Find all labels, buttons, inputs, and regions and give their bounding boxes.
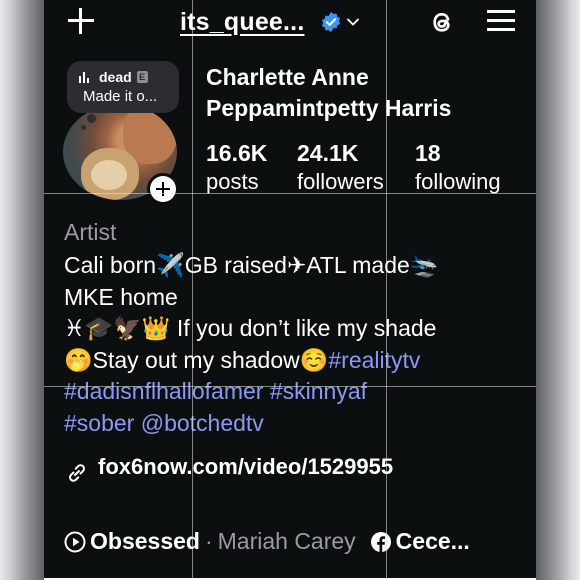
music-bars-icon [79, 71, 91, 83]
chevron-down-icon[interactable] [346, 15, 360, 29]
bio-line-2: MKE home [64, 283, 178, 310]
profile-music-row[interactable]: Obsessed · Mariah Carey Cece... [64, 528, 470, 555]
facebook-icon [370, 531, 391, 552]
grid-line [44, 386, 536, 387]
add-story-button[interactable] [147, 173, 179, 205]
separator-dot: · [204, 528, 213, 554]
airplane-icon: ✈️ [156, 252, 185, 278]
username-switcher[interactable]: its_quee... [180, 2, 360, 42]
hamburger-menu-icon[interactable] [487, 10, 515, 32]
plane-icon: ✈ [286, 252, 307, 278]
link-icon [69, 464, 85, 482]
facebook-profile-name[interactable]: Cece... [396, 528, 470, 555]
stat-following[interactable]: 18 following [415, 138, 501, 196]
plus-icon [150, 176, 176, 202]
right-blur-border [536, 0, 580, 580]
grid-line [386, 0, 387, 578]
bio-line-3: ♓🎓🦅👑 If you don’t like my shade [64, 313, 526, 345]
followers-count: 24.1K [297, 140, 359, 166]
note-bubble-tail-small [81, 125, 86, 130]
display-name: Charlette Anne Peppamintpetty Harris [206, 64, 452, 121]
bio-line-1: Cali born✈️GB raised✈ATL made🛬 [64, 250, 526, 282]
grid-line [44, 193, 536, 194]
song-artist: Mariah Carey [217, 528, 356, 554]
posts-label: posts [206, 169, 259, 194]
stat-posts[interactable]: 16.6K posts [206, 138, 267, 196]
bio-link[interactable]: fox6now.com/video/1529955 [64, 448, 393, 486]
grid-line [192, 0, 193, 578]
stat-followers[interactable]: 24.1K followers [297, 138, 384, 196]
following-count: 18 [415, 140, 441, 166]
profile-category: Artist [64, 219, 117, 245]
bio-line-4: 🤭Stay out my shadow☺️#realitytv [64, 346, 421, 373]
note-bubble-tail [87, 114, 96, 123]
threads-icon[interactable] [429, 8, 457, 36]
link-url[interactable]: fox6now.com/video/1529955 [98, 454, 393, 480]
note-text: Made it o... [83, 88, 158, 105]
explicit-badge: E [136, 71, 148, 83]
note-bubble[interactable]: dead E Made it o... [67, 61, 179, 113]
hashtag-realitytv[interactable]: #realitytv [328, 347, 420, 373]
username[interactable]: its_quee... [180, 8, 304, 37]
left-blur-border [0, 0, 44, 580]
bio-emoji-group: ♓🎓🦅👑 [64, 315, 171, 341]
note-track-name: dead [99, 69, 132, 85]
song-title[interactable]: Obsessed [90, 528, 200, 555]
bio: Cali born✈️GB raised✈ATL made🛬 MKE home … [64, 250, 526, 439]
following-label: following [415, 169, 501, 194]
posts-count: 16.6K [206, 140, 268, 166]
bio-tags-mention-line[interactable]: #sober @botchedtv [64, 408, 526, 440]
verified-badge-icon [322, 11, 341, 33]
followers-label: followers [297, 169, 384, 194]
profile-screen: its_quee... dead E Made it o... Charlett… [44, 0, 536, 578]
note-track-line: dead E [79, 69, 148, 85]
create-plus-icon[interactable] [66, 6, 96, 36]
landing-plane-icon: 🛬 [409, 252, 439, 278]
play-circle-icon [64, 531, 86, 552]
bio-hashtags-line[interactable]: #dadisnflhallofamer #skinnyaf [64, 376, 526, 408]
